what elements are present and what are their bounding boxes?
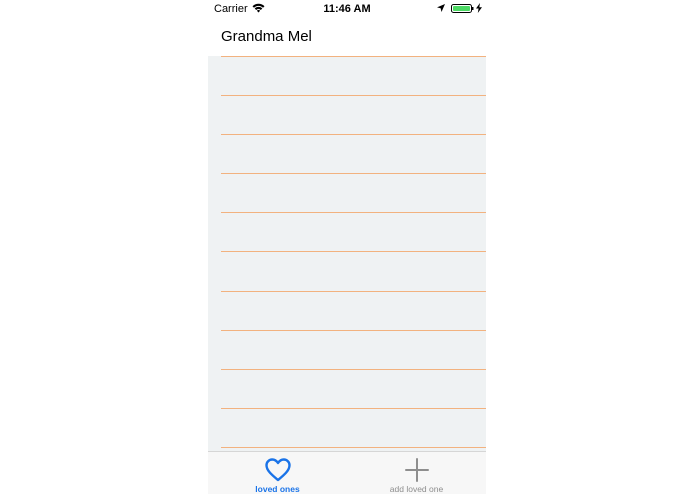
- tab-loved-ones[interactable]: loved ones: [208, 452, 347, 494]
- list-item[interactable]: [221, 329, 486, 369]
- list-item[interactable]: [221, 368, 486, 408]
- plus-icon: [405, 458, 429, 482]
- list-item[interactable]: [221, 290, 486, 330]
- tab-label: add loved one: [389, 484, 444, 494]
- list-item[interactable]: [221, 95, 486, 134]
- loved-ones-list[interactable]: [208, 56, 486, 451]
- list-item[interactable]: [221, 134, 486, 173]
- list-item[interactable]: [221, 56, 486, 95]
- tab-label: loved ones: [255, 484, 300, 494]
- location-arrow-icon: [437, 4, 445, 12]
- nav-header: Grandma Mel: [208, 18, 486, 56]
- list-item[interactable]: [221, 173, 486, 212]
- list-item[interactable]: [221, 251, 486, 290]
- heart-icon: [265, 458, 291, 482]
- tab-bar: loved ones add loved one: [208, 451, 486, 494]
- list-item[interactable]: [221, 212, 486, 251]
- tab-add-loved-one[interactable]: add loved one: [347, 452, 486, 494]
- page-title: Grandma Mel: [221, 28, 312, 45]
- phone-screen: Carrier 11:46 AM Grandma Mel loved ones …: [208, 0, 486, 494]
- status-bar: Carrier 11:46 AM: [208, 0, 486, 18]
- battery-icon: [451, 4, 474, 13]
- charging-bolt-icon: [476, 3, 482, 13]
- list-item[interactable]: [221, 407, 486, 447]
